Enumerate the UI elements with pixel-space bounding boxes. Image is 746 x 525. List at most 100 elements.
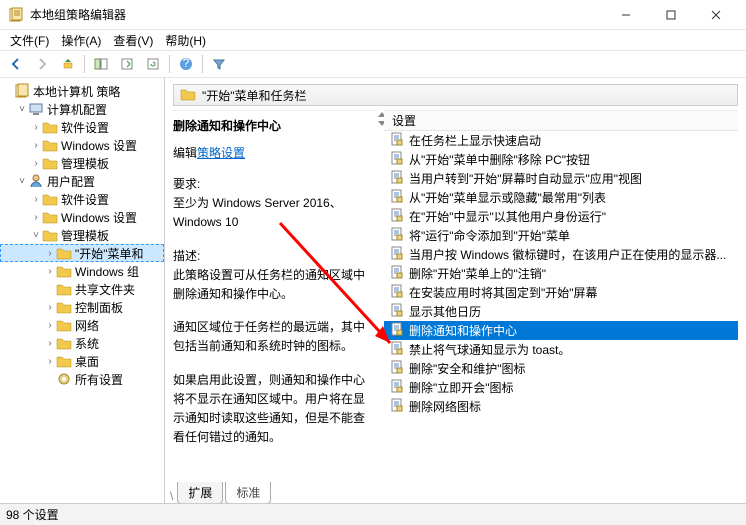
- tree-start-taskbar[interactable]: ›"开始"菜单和: [0, 244, 164, 262]
- menu-view[interactable]: 查看(V): [107, 30, 159, 51]
- settings-list-panel: 设置 在任务栏上显示快速启动从"开始"菜单中删除"移除 PC"按钮当用户转到"开…: [384, 110, 738, 503]
- list-row[interactable]: 删除"安全和维护"图标: [384, 359, 738, 378]
- tree-uc-software[interactable]: ›软件设置: [0, 190, 164, 208]
- show-hide-button[interactable]: [89, 53, 113, 75]
- list-row-label: 删除"安全和维护"图标: [409, 360, 526, 377]
- policy-item-icon: [390, 303, 404, 320]
- policy-item-icon: [390, 360, 404, 377]
- folder-icon: [56, 335, 72, 351]
- tree-cc-admin[interactable]: ›管理模板: [0, 154, 164, 172]
- policy-item-icon: [390, 341, 404, 358]
- requirement-label: 要求:: [173, 175, 370, 194]
- tree-all-settings[interactable]: 所有设置: [0, 370, 164, 388]
- policy-item-icon: [390, 398, 404, 415]
- toolbar: ?: [0, 50, 746, 78]
- menu-bar: 文件(F) 操作(A) 查看(V) 帮助(H): [0, 30, 746, 50]
- tree-cc-software[interactable]: ›软件设置: [0, 118, 164, 136]
- back-button[interactable]: [4, 53, 28, 75]
- settings-list[interactable]: 在任务栏上显示快速启动从"开始"菜单中删除"移除 PC"按钮当用户转到"开始"屏…: [384, 131, 738, 503]
- list-row[interactable]: 在安装应用时将其固定到"开始"屏幕: [384, 283, 738, 302]
- description-panel: 删除通知和操作中心 编辑策略设置 要求: 至少为 Windows Server …: [173, 110, 378, 503]
- tree-desktop[interactable]: ›桌面: [0, 352, 164, 370]
- forward-button[interactable]: [30, 53, 54, 75]
- close-button[interactable]: [693, 0, 738, 30]
- title-bar: 本地组策略编辑器: [0, 0, 746, 30]
- tree-user-config[interactable]: ˅ 用户配置: [0, 172, 164, 190]
- tree-win-components[interactable]: ›Windows 组: [0, 262, 164, 280]
- tree-network[interactable]: ›网络: [0, 316, 164, 334]
- status-bar: 98 个设置: [0, 503, 746, 525]
- policy-item-icon: [390, 151, 404, 168]
- list-row[interactable]: 删除网络图标: [384, 397, 738, 416]
- tree-label: 本地计算机 策略: [33, 83, 120, 100]
- svg-text:?: ?: [183, 57, 190, 70]
- list-row[interactable]: 删除"立即开会"图标: [384, 378, 738, 397]
- list-row-label: 在安装应用时将其固定到"开始"屏幕: [409, 284, 598, 301]
- description-text-3: 如果启用此设置，则通知和操作中心将不显示在通知区域中。用户将在显示通知时读取这些…: [173, 371, 370, 448]
- list-column-header[interactable]: 设置: [384, 111, 738, 131]
- list-row[interactable]: 当用户按 Windows 徽标键时，在该用户正在使用的显示器...: [384, 245, 738, 264]
- tree-uc-admin[interactable]: ˅管理模板: [0, 226, 164, 244]
- folder-icon: [56, 299, 72, 315]
- up-button[interactable]: [56, 53, 80, 75]
- folder-icon: [56, 245, 72, 261]
- maximize-button[interactable]: [648, 0, 693, 30]
- policy-item-icon: [390, 208, 404, 225]
- bottom-tabs: \ 扩展 标准: [170, 483, 273, 503]
- folder-icon: [180, 86, 196, 105]
- setting-name: 删除通知和操作中心: [173, 117, 370, 134]
- folder-icon: [56, 281, 72, 297]
- tab-extended[interactable]: 扩展: [177, 482, 223, 504]
- tree-pane[interactable]: 本地计算机 策略 ˅ 计算机配置 ›软件设置 ›Windows 设置 ›管理模板…: [0, 78, 165, 503]
- tree-root[interactable]: 本地计算机 策略: [0, 82, 164, 100]
- tree-uc-windows[interactable]: ›Windows 设置: [0, 208, 164, 226]
- policy-item-icon: [390, 265, 404, 282]
- tree-cc-windows[interactable]: ›Windows 设置: [0, 136, 164, 154]
- folder-icon: [42, 227, 58, 243]
- tree-shared-folders[interactable]: 共享文件夹: [0, 280, 164, 298]
- tree-computer-config[interactable]: ˅ 计算机配置: [0, 100, 164, 118]
- refresh-button[interactable]: [141, 53, 165, 75]
- list-row[interactable]: 从"开始"菜单显示或隐藏"最常用"列表: [384, 188, 738, 207]
- menu-help[interactable]: 帮助(H): [159, 30, 212, 51]
- menu-action[interactable]: 操作(A): [55, 30, 107, 51]
- app-icon: [8, 7, 24, 23]
- tree-control-panel[interactable]: ›控制面板: [0, 298, 164, 316]
- list-row[interactable]: 禁止将气球通知显示为 toast。: [384, 340, 738, 359]
- list-row-label: 在"开始"中显示"以其他用户身份运行": [409, 208, 606, 225]
- description-text-1: 此策略设置可从任务栏的通知区域中删除通知和操作中心。: [173, 266, 370, 304]
- export-button[interactable]: [115, 53, 139, 75]
- user-icon: [28, 173, 44, 189]
- minimize-button[interactable]: [603, 0, 648, 30]
- computer-icon: [28, 101, 44, 117]
- list-row[interactable]: 在任务栏上显示快速启动: [384, 131, 738, 150]
- folder-icon: [42, 137, 58, 153]
- main-area: 本地计算机 策略 ˅ 计算机配置 ›软件设置 ›Windows 设置 ›管理模板…: [0, 78, 746, 503]
- tree-system[interactable]: ›系统: [0, 334, 164, 352]
- policy-item-icon: [390, 379, 404, 396]
- list-row-label: 删除"开始"菜单上的"注销": [409, 265, 546, 282]
- list-row[interactable]: 删除"开始"菜单上的"注销": [384, 264, 738, 283]
- right-pane: "开始"菜单和任务栏 删除通知和操作中心 编辑策略设置 要求: 至少为 Wind…: [165, 78, 746, 503]
- policy-item-icon: [390, 284, 404, 301]
- list-row[interactable]: 当用户转到"开始"屏幕时自动显示"应用"视图: [384, 169, 738, 188]
- list-row[interactable]: 删除通知和操作中心: [384, 321, 738, 340]
- list-row[interactable]: 在"开始"中显示"以其他用户身份运行": [384, 207, 738, 226]
- list-row[interactable]: 显示其他日历: [384, 302, 738, 321]
- menu-file[interactable]: 文件(F): [4, 30, 55, 51]
- list-row-label: 将"运行"命令添加到"开始"菜单: [409, 227, 570, 244]
- filter-button[interactable]: [207, 53, 231, 75]
- tab-standard[interactable]: 标准: [225, 482, 271, 504]
- list-row-label: 当用户转到"开始"屏幕时自动显示"应用"视图: [409, 170, 642, 187]
- content-title: "开始"菜单和任务栏: [202, 87, 307, 104]
- list-row-label: 删除网络图标: [409, 398, 481, 415]
- list-row[interactable]: 将"运行"命令添加到"开始"菜单: [384, 226, 738, 245]
- edit-policy-link[interactable]: 策略设置: [197, 146, 245, 160]
- folder-icon: [56, 353, 72, 369]
- list-row-label: 禁止将气球通知显示为 toast。: [409, 341, 570, 358]
- help-button[interactable]: ?: [174, 53, 198, 75]
- folder-icon: [42, 191, 58, 207]
- status-text: 98 个设置: [6, 506, 59, 523]
- settings-icon: [56, 371, 72, 387]
- list-row[interactable]: 从"开始"菜单中删除"移除 PC"按钮: [384, 150, 738, 169]
